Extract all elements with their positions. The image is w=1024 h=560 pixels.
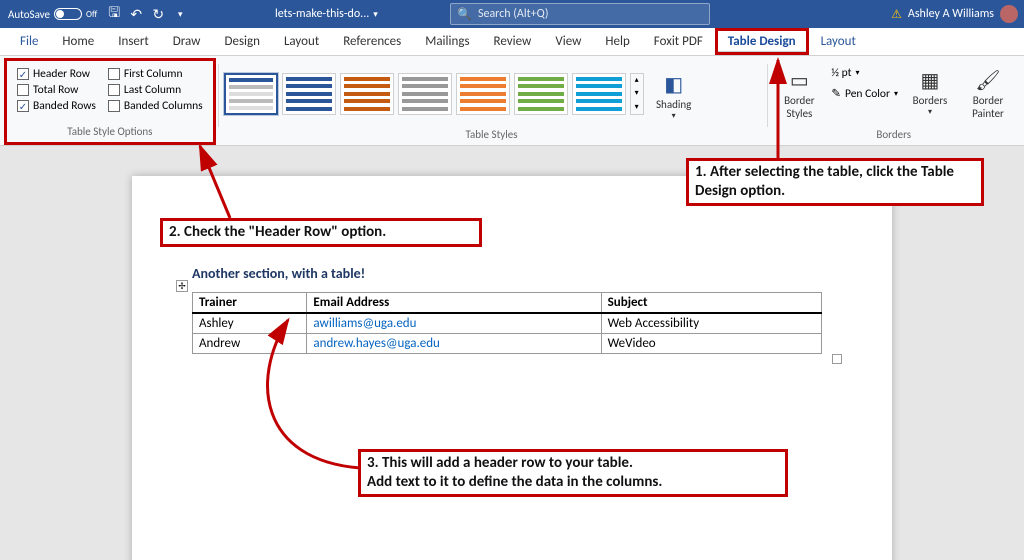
table-style-5[interactable] xyxy=(456,73,510,115)
group-table-style-options: Header Row First Column Total Row Last C… xyxy=(4,58,216,145)
chk-total-row[interactable]: Total Row xyxy=(17,83,96,97)
group-borders: ▭ Border Styles ½ pt▾ ✎Pen Color▾ ▦ Bord… xyxy=(767,58,1020,145)
table-row: Ashley awilliams@uga.edu Web Accessibili… xyxy=(193,313,822,334)
content-table[interactable]: Trainer Email Address Subject Ashley awi… xyxy=(192,292,822,354)
save-icon[interactable]: 🖫 xyxy=(105,5,123,23)
annotation-step1: 1. After selecting the table, click the … xyxy=(686,158,984,206)
ribbon: Header Row First Column Total Row Last C… xyxy=(0,56,1024,146)
chk-first-column[interactable]: First Column xyxy=(108,67,203,81)
email-link[interactable]: awilliams@uga.edu xyxy=(313,316,416,331)
autosave-label: AutoSave xyxy=(8,8,50,21)
search-input[interactable]: 🔍 Search (Alt+Q) xyxy=(450,3,710,25)
table-row: Andrew andrew.hayes@uga.edu WeVideo xyxy=(193,334,822,354)
tab-file[interactable]: File xyxy=(8,28,50,55)
table-header-row: Trainer Email Address Subject xyxy=(193,293,822,314)
chk-banded-columns[interactable]: Banded Columns xyxy=(108,99,203,113)
group-label: Borders xyxy=(773,128,1014,145)
chk-last-column[interactable]: Last Column xyxy=(108,83,203,97)
border-styles-icon: ▭ xyxy=(785,66,813,94)
border-width-select[interactable]: ½ pt▾ xyxy=(831,64,898,82)
autosave-state: Off xyxy=(86,9,97,20)
avatar[interactable] xyxy=(1000,5,1018,23)
search-icon: 🔍 xyxy=(457,7,472,22)
borders-button[interactable]: ▦ Borders ▾ xyxy=(904,62,956,117)
chevron-down-icon: ▾ xyxy=(894,89,898,99)
tab-home[interactable]: Home xyxy=(50,28,106,55)
tab-table-design[interactable]: Table Design xyxy=(715,28,809,55)
table-style-3[interactable] xyxy=(340,73,394,115)
tab-design[interactable]: Design xyxy=(212,28,271,55)
tab-mailings[interactable]: Mailings xyxy=(413,28,481,55)
border-styles-button[interactable]: ▭ Border Styles xyxy=(773,62,825,120)
table-style-4[interactable] xyxy=(398,73,452,115)
col-trainer[interactable]: Trainer xyxy=(193,293,307,314)
chk-banded-rows[interactable]: Banded Rows xyxy=(17,99,96,113)
table-resize-handle[interactable] xyxy=(832,354,842,364)
border-painter-icon: 🖌 xyxy=(974,66,1002,94)
table-style-6[interactable] xyxy=(514,73,568,115)
group-table-styles: ▴▾▾ ◧ Shading ▾ Table Styles xyxy=(218,58,766,145)
group-label: Table Styles xyxy=(224,128,760,145)
table-style-7[interactable] xyxy=(572,73,626,115)
table-style-1[interactable] xyxy=(224,73,278,115)
borders-icon: ▦ xyxy=(916,66,944,94)
border-painter-button[interactable]: 🖌 Border Painter xyxy=(962,62,1014,120)
chevron-down-icon: ▾ xyxy=(856,68,860,78)
document-title[interactable]: lets-make-this-do... ▾ xyxy=(275,7,378,21)
redo-icon[interactable]: ↻ xyxy=(149,5,167,23)
tab-layout[interactable]: Layout xyxy=(272,28,331,55)
chevron-down-icon: ▾ xyxy=(672,111,676,121)
undo-icon[interactable]: ↶ xyxy=(127,5,145,23)
section-title: Another section, with a table! xyxy=(192,265,832,282)
tab-references[interactable]: References xyxy=(331,28,413,55)
annotation-step3: 3. This will add a header row to your ta… xyxy=(358,449,788,497)
chevron-down-icon: ▾ xyxy=(928,107,932,117)
title-bar: AutoSave Off 🖫 ↶ ↻ ▾ lets-make-this-do..… xyxy=(0,0,1024,28)
col-subject[interactable]: Subject xyxy=(601,293,821,314)
group-label: Table Style Options xyxy=(13,125,207,142)
pen-color-button[interactable]: ✎Pen Color▾ xyxy=(831,84,898,103)
user-name[interactable]: Ashley A Williams xyxy=(908,7,994,21)
document-area: essible! Another section, with a table! … xyxy=(0,146,1024,560)
shading-button[interactable]: ◧ Shading ▾ xyxy=(648,66,700,121)
tab-draw[interactable]: Draw xyxy=(161,28,213,55)
chk-header-row[interactable]: Header Row xyxy=(17,67,96,81)
styles-more[interactable]: ▴▾▾ xyxy=(630,73,644,115)
col-email[interactable]: Email Address xyxy=(307,293,601,314)
pen-icon: ✎ xyxy=(831,86,841,101)
chevron-down-icon: ▾ xyxy=(373,9,378,20)
autosave-toggle[interactable]: AutoSave Off xyxy=(6,8,101,21)
shading-icon: ◧ xyxy=(660,70,688,98)
tab-foxit-pdf[interactable]: Foxit PDF xyxy=(642,28,715,55)
annotation-step2: 2. Check the "Header Row" option. xyxy=(160,218,482,247)
tab-help[interactable]: Help xyxy=(593,28,641,55)
table-style-2[interactable] xyxy=(282,73,336,115)
tab-table-layout[interactable]: Layout xyxy=(809,28,868,55)
ribbon-tabs: File Home Insert Draw Design Layout Refe… xyxy=(0,28,1024,56)
warning-icon[interactable]: ⚠ xyxy=(891,7,902,22)
tab-review[interactable]: Review xyxy=(482,28,544,55)
qat-dropdown-icon[interactable]: ▾ xyxy=(171,5,189,23)
tab-view[interactable]: View xyxy=(543,28,593,55)
tab-insert[interactable]: Insert xyxy=(106,28,161,55)
table-move-handle[interactable]: ✢ xyxy=(176,280,188,292)
email-link[interactable]: andrew.hayes@uga.edu xyxy=(313,336,439,351)
